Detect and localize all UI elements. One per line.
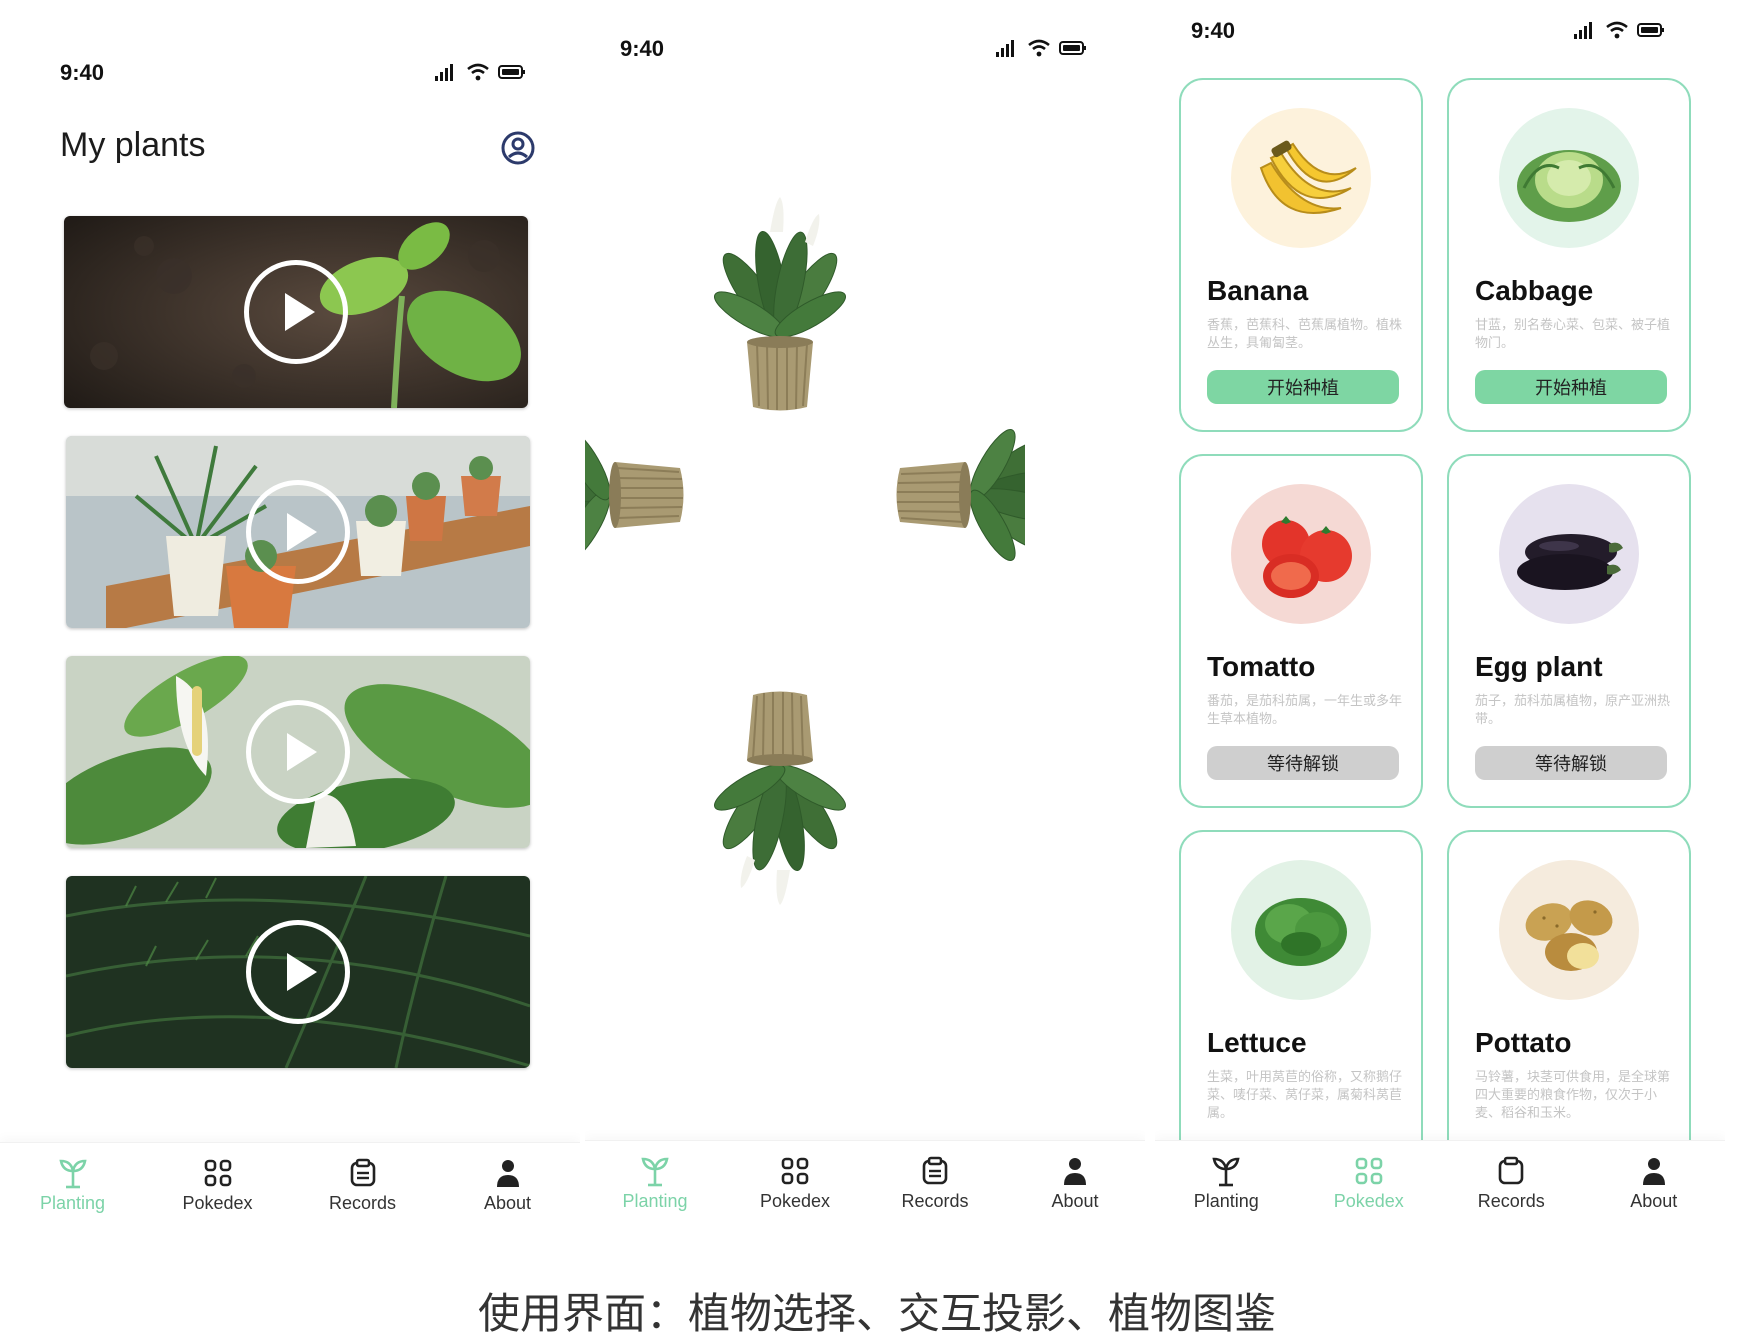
tab-pokedex[interactable]: Pokedex <box>735 1155 855 1212</box>
figure-caption: 使用界面：植物选择、交互投影、植物图鉴 <box>477 1289 1276 1338</box>
tab-records[interactable]: Records <box>303 1157 423 1214</box>
plant-card-tomatto[interactable]: Tomatto 番茄，是茄科茄属，一年生或多年生草本植物。 等待解锁 <box>1179 454 1423 808</box>
sprout-icon <box>641 1157 669 1187</box>
plant-name: Cabbage <box>1475 275 1594 306</box>
status-time: 9:40 <box>60 60 105 85</box>
tab-bar: Planting Pokedex Records About <box>0 1142 580 1240</box>
status-time: 9:40 <box>620 36 665 61</box>
peace-lily-video[interactable] <box>66 656 530 848</box>
pokedex-screen: 9:40 Banana 香蕉，芭蕉科、芭蕉属植物。植株丛生，具匍匐茎。 开始种植 <box>1155 0 1725 1240</box>
signal-icon <box>435 64 453 81</box>
wifi-icon <box>1606 21 1628 39</box>
tab-pokedex[interactable]: Pokedex <box>158 1157 278 1214</box>
wifi-icon <box>467 63 489 81</box>
sprout-icon <box>1212 1157 1240 1187</box>
potato-image <box>1499 860 1639 1000</box>
person-icon <box>1064 1158 1086 1185</box>
page-title: My plants <box>60 126 206 164</box>
profile-icon[interactable] <box>500 130 536 166</box>
play-icon[interactable] <box>246 480 350 584</box>
tab-planting[interactable]: Planting <box>13 1157 133 1214</box>
banana-image <box>1231 108 1371 248</box>
plant-description: 茄子，茄科茄属植物，原产亚洲热带。 <box>1475 693 1671 726</box>
battery-icon <box>1059 41 1086 55</box>
plant-description: 甘蓝，别名卷心菜、包菜、被子植物门。 <box>1475 317 1671 350</box>
locked-button[interactable]: 等待解锁 <box>1475 746 1667 780</box>
status-icons <box>1573 20 1665 40</box>
plant-name: Lettuce <box>1207 1027 1307 1058</box>
person-icon <box>1642 1158 1665 1185</box>
person-icon <box>496 1160 519 1187</box>
tomato-image <box>1231 484 1371 624</box>
my-plants-screen: 9:40 My plants Planting Pokedex Records … <box>0 0 580 1240</box>
signal-icon <box>996 40 1014 57</box>
tab-records[interactable]: Records <box>875 1155 995 1212</box>
plant-description: 香蕉，芭蕉科、芭蕉属植物。植株丛生，具匍匐茎。 <box>1207 317 1403 350</box>
locked-button[interactable]: 等待解锁 <box>1207 746 1399 780</box>
plant-card-lettuce[interactable]: Lettuce 生菜，叶用莴苣的俗称，又称鹅仔菜、唛仔菜、莴仔菜，属菊科莴苣属。 <box>1179 830 1423 1190</box>
grid-icon <box>204 1159 231 1187</box>
wifi-icon <box>1028 39 1050 57</box>
play-icon[interactable] <box>246 700 350 804</box>
plant-name: Pottato <box>1475 1027 1572 1058</box>
battery-icon <box>1637 23 1664 37</box>
tab-about[interactable]: About <box>1015 1155 1135 1212</box>
eggplant-image <box>1499 484 1639 624</box>
tab-about[interactable]: About <box>448 1157 568 1214</box>
tab-about[interactable]: About <box>1594 1155 1714 1212</box>
battery-icon <box>498 65 525 79</box>
tab-planting[interactable]: Planting <box>595 1155 715 1212</box>
seedling-video[interactable] <box>64 216 528 408</box>
cabbage-image <box>1499 108 1639 248</box>
lettuce-image <box>1231 860 1371 1000</box>
plant-card-banana[interactable]: Banana 香蕉，芭蕉科、芭蕉属植物。植株丛生，具匍匐茎。 开始种植 <box>1179 78 1423 432</box>
potted-plants-video[interactable] <box>66 436 530 628</box>
plant-name: Tomatto <box>1207 651 1316 682</box>
plant-projection-right <box>895 423 1025 567</box>
plant-card-pottato[interactable]: Pottato 马铃薯，块茎可供食用，是全球第四大重要的粮食作物，仅次于小麦、稻… <box>1447 830 1691 1190</box>
plant-card-cabbage[interactable]: Cabbage 甘蓝，别名卷心菜、包菜、被子植物门。 开始种植 <box>1447 78 1691 432</box>
fern-video[interactable] <box>66 876 530 1068</box>
tab-planting[interactable]: Planting <box>1166 1155 1286 1212</box>
plant-name: Banana <box>1207 275 1309 306</box>
tab-pokedex[interactable]: Pokedex <box>1309 1155 1429 1212</box>
plant-projection-left <box>585 423 685 567</box>
plant-description: 生菜，叶用莴苣的俗称，又称鹅仔菜、唛仔菜、莴仔菜，属菊科莴苣属。 <box>1207 1069 1403 1120</box>
start-planting-button[interactable]: 开始种植 <box>1207 370 1399 404</box>
tab-records[interactable]: Records <box>1451 1155 1571 1212</box>
clipboard-icon <box>350 1158 375 1187</box>
play-icon[interactable] <box>246 920 350 1024</box>
grid-icon <box>781 1157 809 1185</box>
projection-screen: 9:40 Planting Pokedex Records About <box>585 0 1145 1240</box>
start-planting-button[interactable]: 开始种植 <box>1475 370 1667 404</box>
tab-bar: Planting Pokedex Records About <box>585 1140 1145 1240</box>
status-icons <box>434 62 526 82</box>
clipboard-icon <box>922 1156 948 1185</box>
plant-description: 番茄，是茄科茄属，一年生或多年生草本植物。 <box>1207 693 1403 726</box>
tab-bar: Planting Pokedex Records About <box>1155 1140 1725 1240</box>
grid-icon <box>1355 1157 1383 1185</box>
sprout-icon <box>58 1159 87 1189</box>
clipboard-icon <box>1498 1156 1524 1185</box>
signal-icon <box>1574 22 1592 39</box>
plant-projection-bottom <box>708 690 852 906</box>
plant-description: 马铃薯，块茎可供食用，是全球第四大重要的粮食作物，仅次于小麦、稻谷和玉米。 <box>1475 1069 1671 1120</box>
plant-name: Egg plant <box>1475 651 1603 682</box>
status-time: 9:40 <box>1191 18 1236 43</box>
status-icons <box>995 38 1087 58</box>
plant-card-eggplant[interactable]: Egg plant 茄子，茄科茄属植物，原产亚洲热带。 等待解锁 <box>1447 454 1691 808</box>
play-icon[interactable] <box>244 260 348 364</box>
